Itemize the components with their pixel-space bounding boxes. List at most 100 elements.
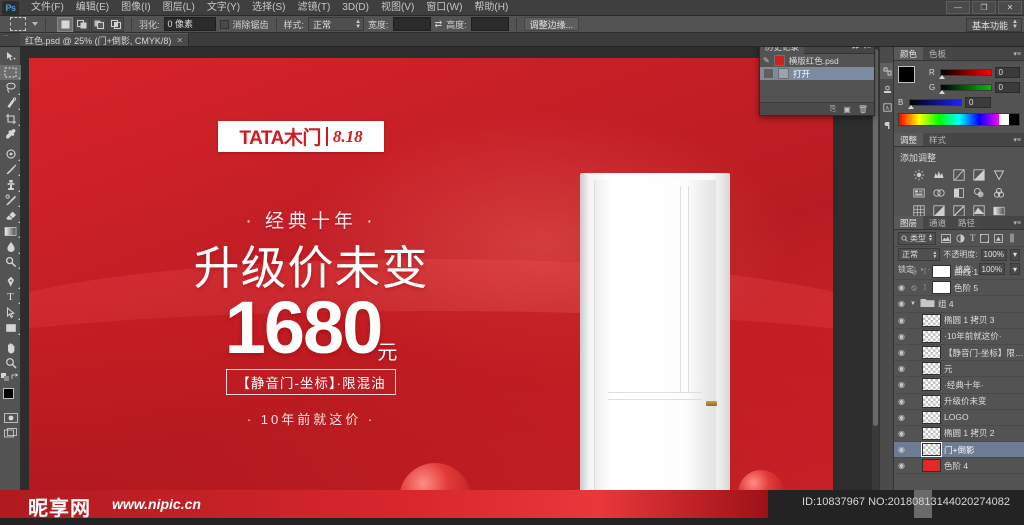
layer-thumbnail[interactable] bbox=[922, 362, 941, 376]
blend-mode-select[interactable]: 正常 ▲ ▼ bbox=[898, 248, 941, 261]
layer-visibility-icon[interactable]: ◉ bbox=[896, 413, 907, 422]
new-selection-button[interactable] bbox=[57, 16, 73, 32]
dodge-tool[interactable] bbox=[0, 255, 21, 271]
layer-visibility-icon[interactable]: ◉ bbox=[896, 299, 907, 308]
tool-preset-chevron-down-icon[interactable] bbox=[32, 22, 38, 26]
layer-visibility-icon[interactable]: ◉ bbox=[896, 380, 907, 389]
layer-link-icon[interactable]: ⦸ bbox=[910, 267, 918, 277]
channel-r-slider[interactable] bbox=[938, 69, 992, 79]
hue-saturation-icon[interactable] bbox=[912, 186, 925, 199]
brightness-contrast-icon[interactable] bbox=[912, 168, 925, 181]
screen-mode-button[interactable] bbox=[0, 426, 21, 442]
tab-swatches[interactable]: 色板 bbox=[923, 47, 953, 60]
history-dock-icon[interactable] bbox=[880, 63, 894, 79]
spot-healing-brush-tool[interactable] bbox=[0, 146, 21, 162]
rectangle-tool[interactable] bbox=[0, 321, 21, 337]
history-brush-tool[interactable] bbox=[0, 193, 21, 209]
black-white-icon[interactable] bbox=[952, 186, 965, 199]
panel-menu-icon[interactable]: ▾≡ bbox=[1013, 219, 1021, 227]
layer-visibility-icon[interactable]: ◉ bbox=[896, 429, 907, 438]
menu-item-layer[interactable]: 图层(L) bbox=[157, 0, 201, 16]
layer-thumbnail[interactable] bbox=[922, 313, 941, 327]
channel-g-value[interactable]: 0 bbox=[994, 82, 1020, 93]
document-canvas[interactable]: TATA木门 8.18 · 经典十年 · 升级价未变 1680元 【静音门-坐标… bbox=[29, 58, 833, 495]
height-input[interactable] bbox=[470, 17, 509, 31]
layer-link-icon[interactable]: ⦸ bbox=[910, 283, 918, 293]
layer-filter-select[interactable]: 类型 ▲ ▼ bbox=[898, 231, 936, 245]
tab-adjustments[interactable]: 调整 bbox=[894, 133, 924, 146]
quick-mask-toggle[interactable] bbox=[0, 410, 21, 426]
layer-visibility-icon[interactable]: ◉ bbox=[896, 364, 907, 373]
vibrance-icon[interactable] bbox=[992, 168, 1005, 181]
layer-list[interactable]: ⦸ ⁞ 曲线 1 ◉ ⦸ ⁞ 色阶 5 ◉ ▼ 组 4 ◉ 椭圆 1 拷贝 3 … bbox=[894, 264, 1024, 525]
layer-visibility-icon[interactable]: ◉ bbox=[896, 348, 907, 357]
table-row[interactable]: ◉ 升级价未变 bbox=[894, 394, 1024, 410]
crop-tool[interactable] bbox=[0, 111, 21, 127]
layer-thumbnail[interactable] bbox=[922, 394, 941, 408]
color-balance-icon[interactable] bbox=[932, 186, 945, 199]
history-snapshot-brush-icon[interactable]: ✎ bbox=[763, 56, 770, 65]
history-state-row[interactable]: ✎ 横版红色.psd bbox=[760, 54, 874, 67]
character-dock-icon[interactable]: A bbox=[880, 99, 894, 115]
width-input[interactable] bbox=[392, 17, 431, 31]
menu-item-edit[interactable]: 编辑(E) bbox=[70, 0, 115, 16]
type-filter-icon[interactable]: T bbox=[970, 233, 976, 243]
add-to-selection-button[interactable] bbox=[74, 16, 90, 32]
eraser-tool[interactable] bbox=[0, 208, 21, 224]
adjustment-filter-icon[interactable] bbox=[956, 234, 965, 243]
pen-tool[interactable] bbox=[0, 274, 21, 290]
close-button[interactable]: ✕ bbox=[998, 1, 1022, 14]
collapse-icon[interactable]: ▸▸ bbox=[852, 47, 859, 51]
refine-edge-button[interactable]: 调整边缘... bbox=[523, 17, 580, 31]
layer-visibility-icon[interactable]: ◉ bbox=[896, 461, 907, 470]
antialias-checkbox[interactable] bbox=[219, 19, 229, 29]
tab-bar-grip[interactable] bbox=[0, 31, 20, 46]
workspace-select[interactable]: 基本功能 ▲ ▼ bbox=[965, 18, 1022, 32]
quick-selection-tool[interactable] bbox=[0, 96, 21, 112]
slider-thumb[interactable] bbox=[908, 105, 914, 109]
feather-input[interactable]: 0 像素 bbox=[163, 17, 216, 31]
color-swatches[interactable] bbox=[0, 386, 21, 410]
layer-visibility-icon[interactable]: ◉ bbox=[896, 397, 907, 406]
close-icon[interactable]: ✕ bbox=[176, 36, 183, 45]
swap-dimensions-icon[interactable]: ⇄ bbox=[435, 19, 443, 30]
channel-b-value[interactable]: 0 bbox=[965, 97, 991, 108]
smart-object-filter-icon[interactable] bbox=[994, 233, 1004, 243]
hand-tool[interactable] bbox=[0, 340, 21, 356]
layer-thumbnail[interactable] bbox=[922, 378, 941, 392]
history-panel-titlebar[interactable]: 历史记录 ▸▸ ▾≡ bbox=[760, 47, 874, 54]
pixel-filter-icon[interactable] bbox=[941, 233, 951, 243]
channel-r-value[interactable]: 0 bbox=[994, 67, 1020, 78]
canvas-area[interactable]: TATA木门 8.18 · 经典十年 · 升级价未变 1680元 【静音门-坐标… bbox=[21, 47, 879, 525]
channel-mixer-icon[interactable] bbox=[992, 186, 1005, 199]
tab-styles[interactable]: 样式 bbox=[923, 133, 953, 146]
panel-menu-icon[interactable]: ▾≡ bbox=[863, 47, 871, 51]
new-snapshot-icon[interactable]: ▣ bbox=[843, 105, 851, 114]
opacity-stepper-icon[interactable]: ▾ bbox=[1009, 248, 1020, 261]
table-row[interactable]: ◉ 门+倒影 bbox=[894, 442, 1024, 459]
current-tool-icon[interactable] bbox=[10, 17, 26, 31]
style-select[interactable]: 正常 ▲ ▼ bbox=[308, 17, 365, 31]
channel-g-slider[interactable] bbox=[938, 84, 992, 94]
tab-color[interactable]: 颜色 bbox=[894, 47, 924, 60]
table-row[interactable]: ◉ ⦸ ⁞ 色阶 5 bbox=[894, 280, 1024, 297]
slider-thumb[interactable] bbox=[938, 90, 945, 94]
table-row[interactable]: ◉ ·经典十年· bbox=[894, 377, 1024, 394]
lasso-tool[interactable] bbox=[0, 80, 21, 96]
levels-icon[interactable] bbox=[932, 168, 945, 181]
minimize-button[interactable]: — bbox=[946, 1, 970, 14]
history-state-row[interactable]: 打开 bbox=[760, 67, 874, 80]
tab-paths[interactable]: 路径 bbox=[952, 216, 982, 229]
black-swatch[interactable] bbox=[1009, 114, 1019, 125]
table-row[interactable]: ◉ 色阶 4 bbox=[894, 458, 1024, 475]
group-expand-chevron-down-icon[interactable]: ▼ bbox=[910, 301, 917, 307]
channel-b-slider[interactable] bbox=[908, 99, 962, 109]
table-row[interactable]: ⦸ ⁞ 曲线 1 bbox=[894, 264, 1024, 281]
layer-visibility-icon[interactable]: ◉ bbox=[896, 316, 907, 325]
layer-visibility-icon[interactable]: ◉ bbox=[896, 445, 907, 454]
menu-item-file[interactable]: 文件(F) bbox=[25, 0, 70, 16]
delete-state-icon[interactable]: 🗑 bbox=[858, 105, 868, 114]
table-row[interactable]: ◉ 椭圆 1 拷贝 2 bbox=[894, 426, 1024, 443]
layer-visibility-icon[interactable]: ◉ bbox=[896, 332, 907, 341]
panel-menu-icon[interactable]: ▾≡ bbox=[1013, 136, 1021, 144]
